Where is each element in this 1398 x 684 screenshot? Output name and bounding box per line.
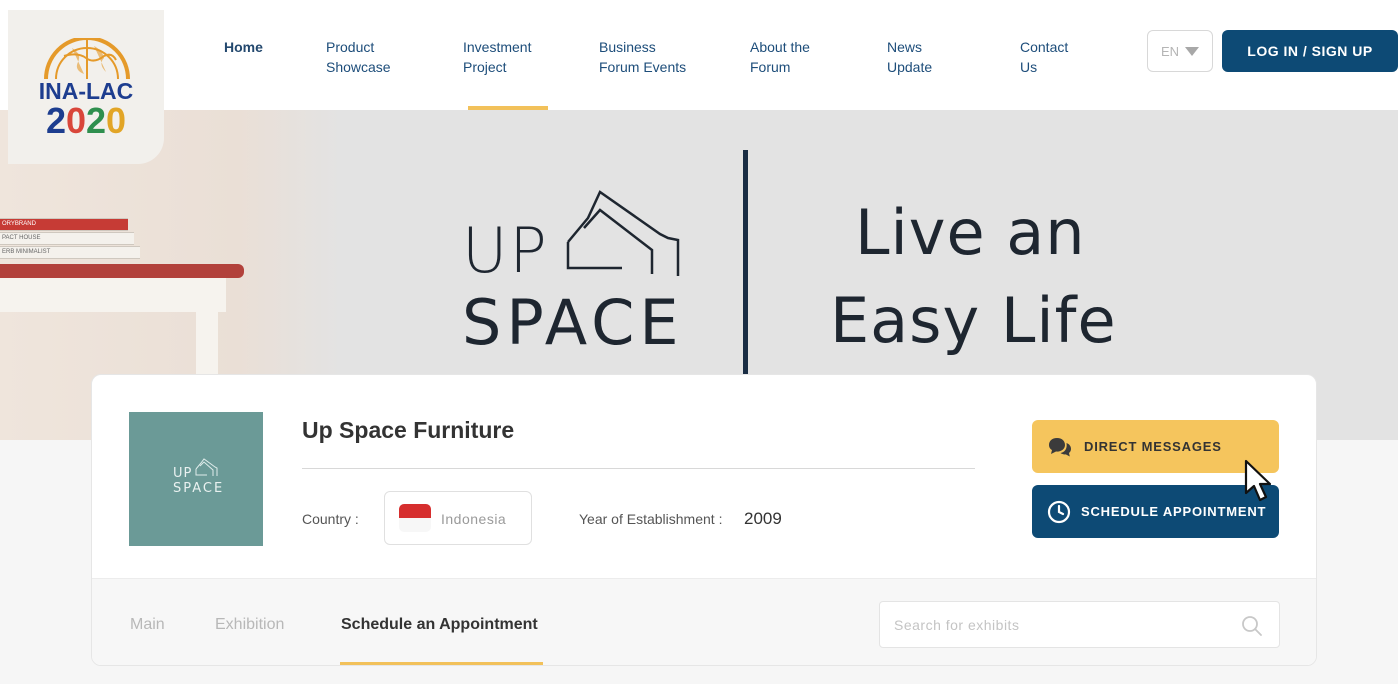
company-logo-line2: SPACE (173, 481, 225, 496)
banner-book: ERB MINIMALIST (0, 246, 140, 259)
nav-product-showcase[interactable]: Product Showcase (326, 37, 391, 77)
banner-book: PACT HOUSE (0, 232, 134, 245)
banner-book: ORYBRAND (0, 218, 128, 231)
logo-year-digit: 0 (106, 100, 127, 141)
chat-bubbles-icon (1049, 437, 1071, 456)
country-name: Indonesia (441, 511, 507, 527)
company-logo-line1: UP (173, 466, 193, 481)
top-nav: Home Product Showcase Investment Project… (0, 0, 1398, 110)
schedule-appointment-label: SCHEDULE APPOINTMENT (1081, 504, 1267, 519)
search-input[interactable] (894, 614, 1224, 636)
nav-investment-project[interactable]: Investment Project (463, 37, 531, 77)
banner-table-top (0, 264, 244, 278)
logo-year-digit: 2 (86, 100, 107, 141)
ina-lac-logo[interactable]: INA-LAC 2020 (8, 10, 164, 164)
logo-year-digit: 0 (65, 100, 86, 141)
tab-main[interactable]: Main (130, 616, 165, 634)
company-logo: UP SPACE (129, 412, 263, 546)
nav-news-update[interactable]: News Update (887, 37, 932, 77)
search-icon[interactable] (1240, 614, 1264, 638)
nav-home[interactable]: Home (224, 37, 263, 57)
banner-table-skirt (0, 278, 226, 312)
tab-exhibition[interactable]: Exhibition (215, 616, 284, 634)
globe-icon (44, 38, 130, 80)
nav-about-the-forum[interactable]: About the Forum (750, 37, 810, 77)
banner-brand-line1: UP (462, 214, 549, 287)
tab-active-indicator (340, 662, 543, 665)
mouse-cursor-icon (1244, 459, 1272, 502)
caret-down-icon (1185, 46, 1200, 56)
tab-schedule-appointment[interactable]: Schedule an Appointment (341, 616, 538, 634)
nav-active-indicator (468, 106, 548, 110)
country-badge: Indonesia (384, 491, 532, 545)
login-signup-button[interactable]: LOG IN / SIGN UP (1222, 30, 1398, 72)
logo-year-digit: 2 (45, 100, 66, 141)
banner-divider (743, 150, 748, 376)
banner-brand-line2: SPACE (462, 286, 684, 359)
company-profile-card: UP SPACE Up Space Furniture Country : In… (91, 374, 1317, 666)
logo-year: 2020 (8, 100, 164, 142)
year-of-establishment-label: Year of Establishment : (579, 511, 723, 527)
language-value: EN (1160, 43, 1180, 59)
indonesia-flag-icon (399, 504, 431, 532)
banner-tagline-line2: Easy Life (830, 284, 1117, 357)
company-name: Up Space Furniture (302, 417, 515, 443)
house-icon (195, 458, 218, 476)
country-label: Country : (302, 511, 359, 527)
banner-tagline-line1: Live an (855, 196, 1086, 269)
language-selector[interactable]: EN (1147, 30, 1213, 72)
year-of-establishment-value: 2009 (744, 509, 782, 528)
profile-tabs: Main Exhibition Schedule an Appointment (92, 578, 1316, 665)
house-icon (566, 190, 680, 276)
clock-icon (1047, 500, 1071, 523)
nav-contact-us[interactable]: Contact Us (1020, 37, 1068, 77)
direct-messages-label: DIRECT MESSAGES (1084, 439, 1222, 454)
exhibit-search (879, 601, 1280, 648)
divider (302, 468, 975, 469)
nav-business-forum-events[interactable]: Business Forum Events (599, 37, 686, 77)
page: Home Product Showcase Investment Project… (0, 0, 1398, 684)
